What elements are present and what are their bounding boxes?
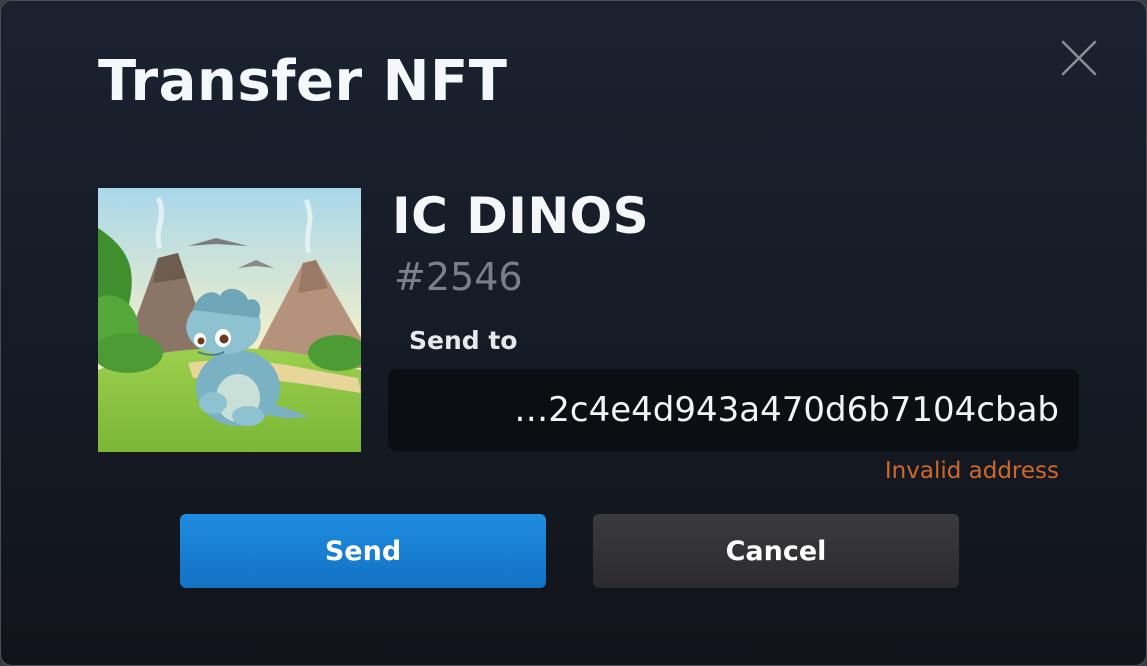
address-input[interactable] [388,369,1079,451]
dialog-title: Transfer NFT [98,49,508,114]
cancel-button[interactable]: Cancel [593,514,959,588]
token-id: #2546 [394,255,523,299]
transfer-nft-dialog: Transfer NFT IC DINOS #2546 Send to …2c4… [0,0,1147,666]
error-message: Invalid address [884,458,1059,484]
collection-name: IC DINOS [392,187,650,245]
nft-image [98,188,361,452]
send-button[interactable]: Send [180,514,546,588]
close-icon [1061,40,1097,76]
send-to-label: Send to [409,326,518,355]
close-button[interactable] [1060,39,1098,77]
